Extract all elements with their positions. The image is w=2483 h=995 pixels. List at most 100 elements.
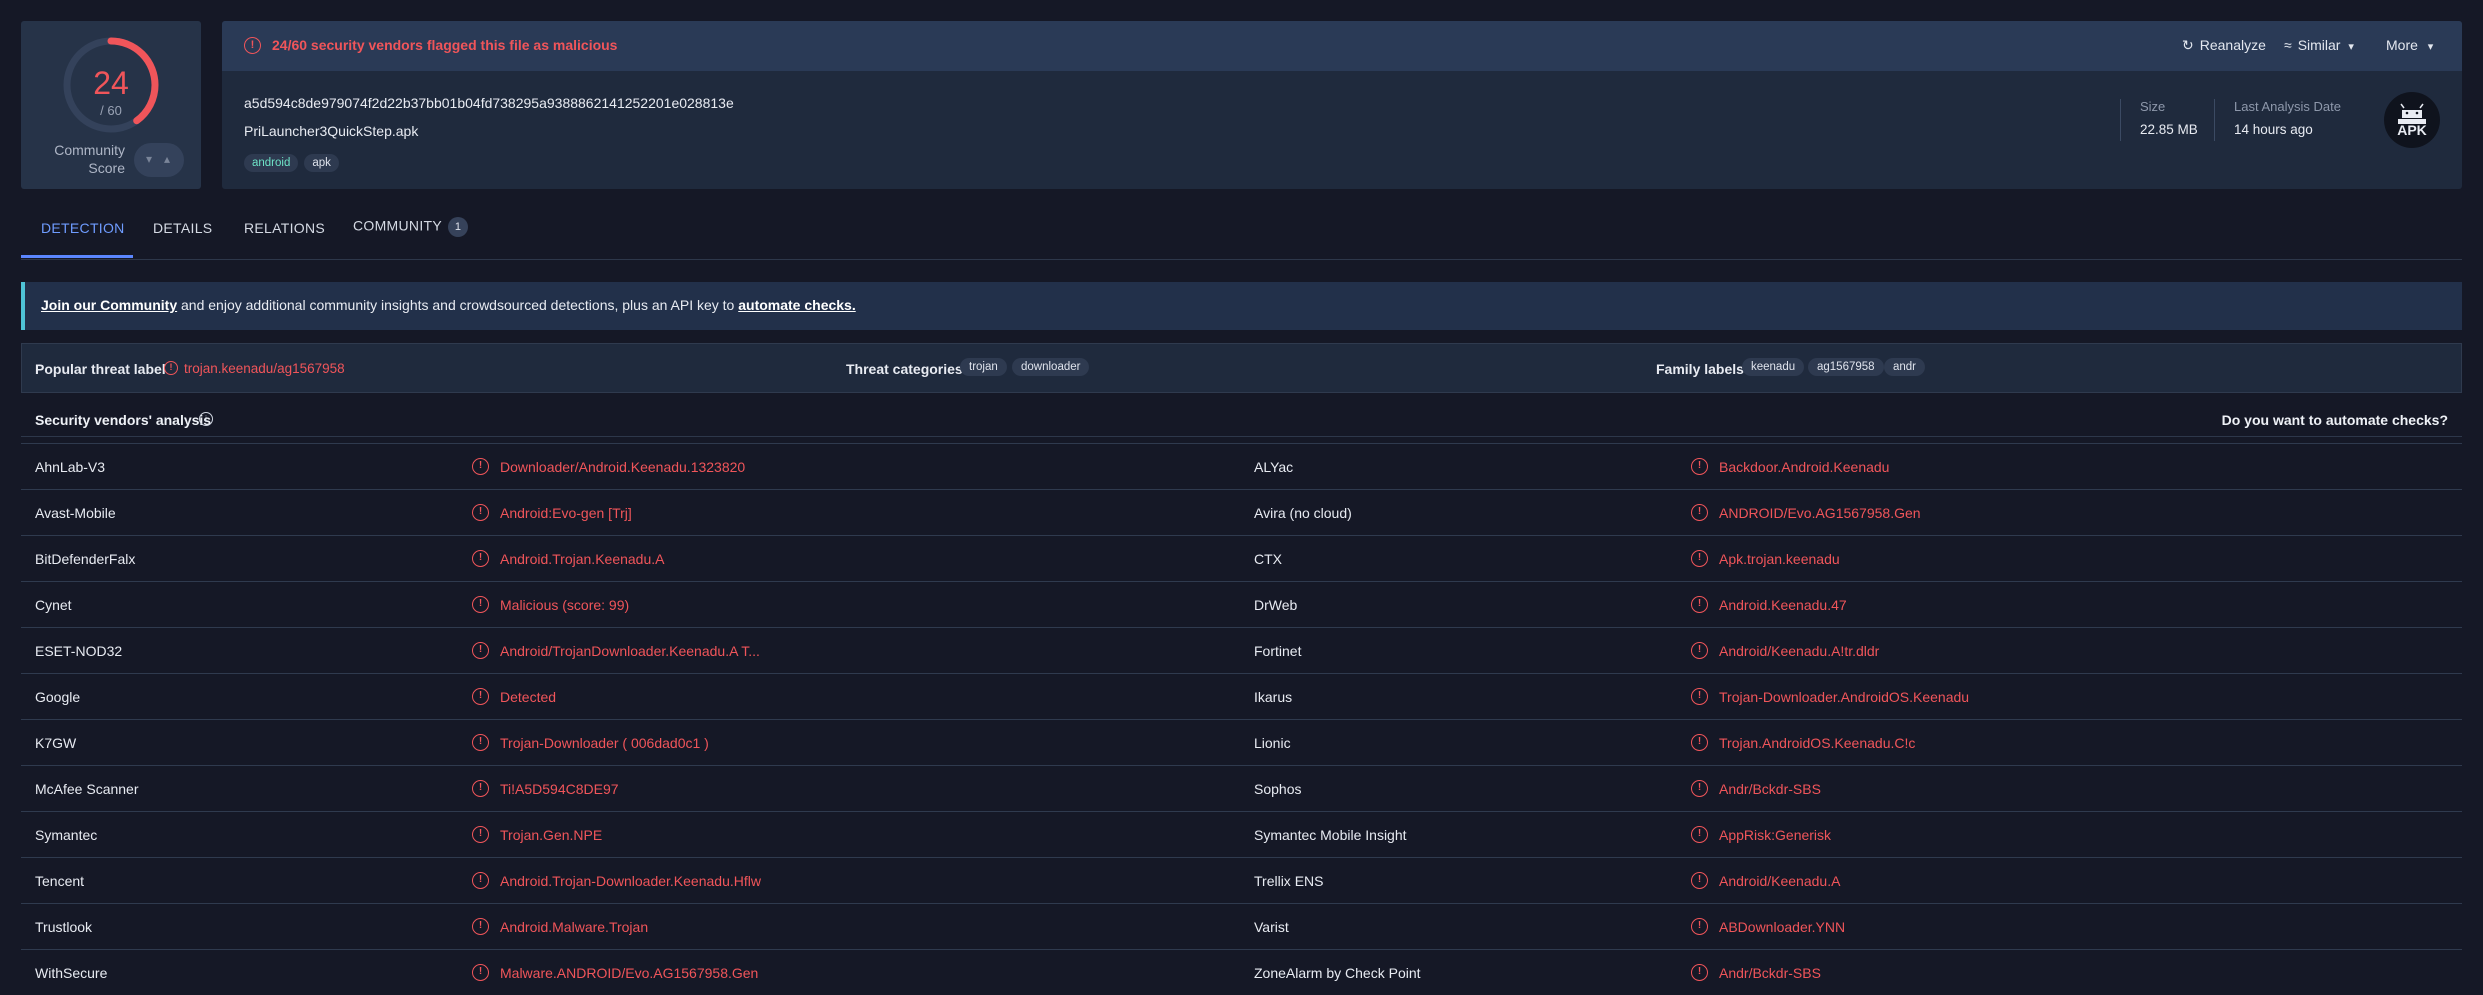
vendor-name: WithSecure [35,965,108,981]
vendor-name: Ikarus [1254,689,1293,705]
meta-divider [2214,99,2215,141]
vendor-name: Avira (no cloud) [1254,505,1352,521]
vendor-result: AppRisk:Generisk [1719,827,1832,843]
category-pill-trojan[interactable]: trojan [960,358,1007,376]
vendor-result: Downloader/Android.Keenadu.1323820 [500,459,746,475]
detection-total: / 60 [100,103,122,118]
vendor-result: Malware.ANDROID/Evo.AG1567958.Gen [500,965,759,981]
last-analysis-label: Last Analysis Date [2234,99,2341,114]
alert-icon: ! [472,872,489,889]
alert-icon: ! [472,688,489,705]
tab-relations[interactable]: RELATIONS [244,220,325,236]
vendor-result: Android.Keenadu.47 [1719,597,1847,613]
vendor-name: Varist [1254,919,1289,935]
alert-icon: ! [1691,780,1708,797]
similar-icon: ≈ [2284,37,2292,53]
vendor-results-table: AhnLab-V3! Downloader/Android.Keenadu.132… [21,443,2462,995]
vendor-name: ESET-NOD32 [35,643,123,659]
alert-icon: ! [1691,688,1708,705]
vendor-result: Detected [500,689,557,705]
vendor-name: ALYac [1254,459,1294,475]
vendor-name: Tencent [35,873,85,889]
apk-file-type-icon: APK [2384,92,2440,148]
table-row: Cynet! Malicious (score: 99) DrWeb! Android… [21,582,2462,628]
alert-icon: ! [472,504,489,521]
popular-threat-value[interactable]: trojan.keenadu/ag1567958 [184,361,345,376]
alert-icon: ! [472,734,489,751]
alert-icon: ! [1691,826,1708,843]
chevron-down-icon: ▾ [2348,41,2354,53]
alert-icon: ! [472,550,489,567]
refresh-icon: ↻ [2182,37,2194,53]
table-row: ESET-NOD32! Android/TrojanDownloader.Keen… [21,628,2462,674]
vendor-name: ZoneAlarm by Check Point [1254,965,1421,981]
vendor-result: Android/Keenadu.A [1719,873,1841,889]
join-community-link[interactable]: Join our Community [41,297,177,313]
family-pill-keenadu[interactable]: keenadu [1742,358,1805,376]
tab-divider [21,259,2462,260]
vendor-name: Google [35,689,81,705]
alert-icon: ! [1691,872,1708,889]
vendor-result: Trojan-Downloader.AndroidOS.Keenadu [1719,689,1970,705]
community-banner-text: Join our Community and enjoy additional … [41,297,856,313]
threat-summary: Popular threat label ! trojan.keenadu/ag… [21,343,2462,393]
file-header-panel: ! 24/60 security vendors flagged this fi… [222,21,2462,189]
tag-apk[interactable]: apk [304,154,339,172]
table-row: Google! Detected Ikarus! Trojan-Downloader.… [21,674,2462,720]
vendor-result: Andr/Bckdr-SBS [1719,781,1821,797]
community-vote-toggle[interactable]: ▾ ▴ [134,143,184,177]
family-pill-ag1567958[interactable]: ag1567958 [1808,358,1884,376]
info-icon[interactable]: i [199,412,213,426]
vendor-result: Android:Evo-gen [Trj] [500,505,632,521]
thumbs-up-icon[interactable]: ▴ [164,152,170,166]
tab-community[interactable]: COMMUNITY 1 [353,217,469,237]
community-count-badge: 1 [448,217,469,237]
alert-icon: ! [164,361,178,375]
file-name: PriLauncher3QuickStep.apk [244,123,419,139]
last-analysis-date: Last Analysis Date 14 hours ago [2234,99,2341,137]
vendor-result: Android.Trojan-Downloader.Keenadu.Hflw [500,873,761,889]
alert-icon: ! [1691,734,1708,751]
vendor-name: Avast-Mobile [35,505,116,521]
alert-icon: ! [244,37,261,54]
vendor-name: Trellix ENS [1254,873,1324,889]
family-pill-andr[interactable]: andr [1884,358,1926,376]
last-analysis-value: 14 hours ago [2234,122,2313,137]
table-row: Trustlook! Android.Malware.Trojan Varist! A… [21,904,2462,950]
meta-divider [2120,99,2121,141]
file-hash[interactable]: a5d594c8de979074f2d22b37bb01b04fd738295a… [244,95,734,111]
file-size-label: Size [2140,99,2166,114]
tag-android[interactable]: android [244,154,299,172]
vendor-name: Symantec [35,827,98,843]
vendor-result: Apk.trojan.keenadu [1719,551,1840,567]
reanalyze-button[interactable]: ↻ Reanalyze [2182,37,2266,54]
alert-icon: ! [472,826,489,843]
vendor-result: Trojan-Downloader ( 006dad0c1 ) [500,735,709,751]
table-row: McAfee Scanner! Ti!A5D594C8DE97 Sophos! And… [21,766,2462,812]
alert-icon: ! [1691,596,1708,613]
alert-icon: ! [1691,504,1708,521]
vendor-name: DrWeb [1254,597,1298,613]
automate-checks-link[interactable]: automate checks. [738,297,856,313]
vendor-result: ANDROID/Evo.AG1567958.Gen [1719,505,1921,521]
vendor-result: Android/Keenadu.A!tr.dldr [1719,643,1880,659]
tab-detection[interactable]: DETECTION [41,220,125,236]
similar-button[interactable]: ≈ Similar ▾ [2284,37,2354,53]
vendor-result: Trojan.Gen.NPE [500,827,603,843]
table-row: Tencent! Android.Trojan-Downloader.Keenad… [21,858,2462,904]
automate-checks-prompt[interactable]: Do you want to automate checks? [2222,412,2448,428]
tab-details[interactable]: DETAILS [153,220,212,236]
vendor-name: BitDefenderFalx [35,551,136,567]
vendors-title: Security vendors' analysis [35,412,212,428]
category-pill-downloader[interactable]: downloader [1012,358,1090,376]
alert-icon: ! [472,780,489,797]
vendor-result: Andr/Bckdr-SBS [1719,965,1821,981]
thumbs-down-icon[interactable]: ▾ [146,152,152,166]
vendor-name: Trustlook [35,919,93,935]
android-icon [2398,103,2426,124]
more-button[interactable]: More ▾ [2386,37,2433,53]
detection-score-card: 24 / 60 Community Score ▾ ▴ [21,21,201,189]
vendor-result: Android.Malware.Trojan [500,919,649,935]
vendor-result: Backdoor.Android.Keenadu [1719,459,1890,475]
threat-categories-label: Threat categories [846,361,963,377]
